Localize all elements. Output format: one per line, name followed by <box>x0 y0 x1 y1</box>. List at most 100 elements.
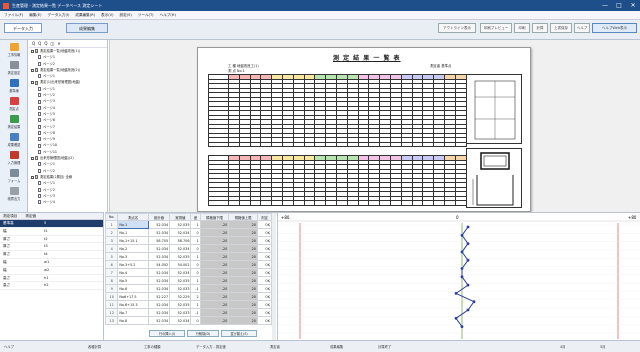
table-cell[interactable]: 52.034 <box>147 244 171 253</box>
table-cell[interactable]: 52.034 <box>169 316 192 325</box>
deviation-point[interactable] <box>460 267 464 270</box>
table-cell[interactable]: -20 <box>199 260 230 269</box>
print-preview-button[interactable]: 印刷プレビュー <box>480 23 512 33</box>
column-header[interactable]: 実測値 <box>169 213 192 221</box>
table-cell[interactable]: 1 <box>190 276 201 285</box>
insert-row-button[interactable]: 行の挿入(I) <box>149 330 185 337</box>
menu-input[interactable]: データ入力(I) <box>48 13 70 18</box>
table-cell[interactable]: -20 <box>199 292 230 301</box>
close-button[interactable]: ✕ <box>626 0 640 11</box>
table-cell[interactable]: -20 <box>199 252 230 261</box>
table-cell[interactable]: OK <box>256 236 273 245</box>
table-cell[interactable]: No.1 <box>117 228 149 237</box>
table-cell[interactable]: OK <box>256 252 273 261</box>
table-cell[interactable]: No.6+15.3 <box>117 300 149 309</box>
zoom-fit-icon[interactable]: Q <box>44 41 47 46</box>
table-cell[interactable]: 52.034 <box>147 268 171 277</box>
minimize-button[interactable]: — <box>598 0 612 11</box>
table-cell[interactable]: No.3 <box>117 252 149 261</box>
table-cell[interactable]: 52.034 <box>147 316 171 325</box>
deviation-point[interactable] <box>460 250 464 254</box>
column-header[interactable]: No. <box>105 213 119 221</box>
table-cell[interactable]: OK <box>256 308 273 317</box>
table-cell[interactable]: 54.002 <box>169 260 192 269</box>
zoom-in-icon[interactable]: Q <box>32 41 35 46</box>
list-item[interactable]: 幅 w1 <box>0 259 103 267</box>
help-web-button[interactable]: ヘルプWeb表示 <box>592 23 637 33</box>
table-cell[interactable]: -1 <box>190 308 201 317</box>
table-cell[interactable]: 52.033 <box>169 284 192 293</box>
table-cell[interactable]: 20 <box>228 244 258 253</box>
table-cell[interactable]: 52.034 <box>169 268 192 277</box>
tab-data-input[interactable]: データ入力 <box>4 23 42 33</box>
table-cell[interactable]: 20 <box>228 268 258 277</box>
menu-result[interactable]: 成果編集(R) <box>75 13 95 18</box>
outline-button[interactable]: アウトライン表示 <box>438 23 476 33</box>
expand-icon[interactable] <box>31 68 34 72</box>
table-row[interactable]: 13 No.8 52.034 52.034 0 -20 20 OK <box>105 316 273 325</box>
table-cell[interactable]: OK <box>256 300 273 309</box>
table-cell[interactable]: -20 <box>199 228 230 237</box>
expand-icon[interactable] <box>31 81 34 85</box>
list-item[interactable]: 厚さ t3 <box>0 243 103 252</box>
menu-file[interactable]: ファイル(F) <box>4 13 23 18</box>
table-cell[interactable]: 0 <box>190 260 201 269</box>
delete-row-button[interactable]: 行削除(D) <box>187 330 219 337</box>
table-cell[interactable]: 52.035 <box>169 276 192 285</box>
deviation-point[interactable] <box>454 316 458 320</box>
sort-rows-button[interactable]: 並び替え(S) <box>221 330 257 337</box>
table-cell[interactable]: 20 <box>228 276 258 285</box>
tab-result-edit[interactable]: 成果編集 <box>66 23 108 33</box>
menu-view[interactable]: 表示(V) <box>101 13 113 18</box>
table-cell[interactable]: 20 <box>228 252 258 261</box>
table-cell[interactable]: 1 <box>190 220 201 229</box>
table-cell[interactable]: 58.706 <box>169 236 192 245</box>
list-item[interactable]: 厚さ t4 <box>0 251 103 259</box>
expand-icon[interactable] <box>31 156 34 160</box>
table-cell[interactable]: 2 <box>190 292 201 301</box>
table-cell[interactable]: OK <box>256 244 273 253</box>
table-cell[interactable]: 0 <box>190 268 201 277</box>
list-item[interactable]: 高さ h1 <box>0 275 103 283</box>
column-header[interactable]: 測点名 <box>117 213 149 221</box>
table-cell[interactable]: No6+17.5 <box>117 292 149 301</box>
menu-settings[interactable]: 設定(S) <box>120 13 132 18</box>
sidebar-item-check[interactable]: 成果確認 <box>2 133 26 148</box>
table-row[interactable]: 5 No.3 52.034 52.035 1 -20 20 OK <box>105 252 273 261</box>
table-cell[interactable]: 52.033 <box>169 308 192 317</box>
table-cell[interactable]: No.5 <box>117 276 149 285</box>
table-cell[interactable]: 52.034 <box>147 308 171 317</box>
table-cell[interactable]: OK <box>256 276 273 285</box>
help-button[interactable]: ヘルプ <box>574 23 590 33</box>
menu-help[interactable]: ヘルプ(H) <box>160 13 176 18</box>
sidebar-item-manage[interactable]: 入力管理 <box>2 151 26 166</box>
data-table-scrollbar[interactable] <box>272 213 276 340</box>
table-cell[interactable]: OK <box>256 220 273 229</box>
deviation-point[interactable] <box>466 258 470 262</box>
table-cell[interactable]: -20 <box>199 316 230 325</box>
table-cell[interactable]: No.1 <box>117 220 149 229</box>
table-cell[interactable]: 0 <box>190 228 201 237</box>
table-cell[interactable]: 52.034 <box>147 300 171 309</box>
table-row[interactable]: 9 No.6 52.034 52.033 -1 -20 20 OK <box>105 284 273 293</box>
list-item[interactable]: 基準高 5 <box>0 220 103 228</box>
sidebar-item-baseline[interactable]: 基準線 <box>2 79 26 94</box>
sidebar-item-settings[interactable]: 測定設定 <box>2 61 26 76</box>
table-cell[interactable]: OK <box>256 292 273 301</box>
table-cell[interactable]: OK <box>256 316 273 325</box>
table-cell[interactable]: 20 <box>228 236 258 245</box>
save-button[interactable]: 上書保存 <box>550 23 572 33</box>
table-cell[interactable]: No.2 <box>117 244 149 253</box>
table-cell[interactable]: 0 <box>190 316 201 325</box>
table-cell[interactable]: No.7 <box>117 308 149 317</box>
close-tree-icon[interactable]: ✕ <box>57 41 60 46</box>
table-row[interactable]: 6 No.3+5.2 54.002 54.002 0 -20 20 OK <box>105 260 273 269</box>
table-cell[interactable]: No.8 <box>117 316 149 325</box>
table-row[interactable]: 3 No.1+15.1 58.705 58.706 1 -20 20 OK <box>105 236 273 245</box>
sidebar-item-form[interactable]: フォーム <box>2 169 26 184</box>
zoom-out-icon[interactable]: Q <box>38 41 41 46</box>
deviation-point[interactable] <box>466 283 470 287</box>
list-item[interactable]: 高さ h2 <box>0 282 103 291</box>
list-item[interactable]: 厚さ t2 <box>0 236 103 244</box>
table-cell[interactable]: -20 <box>199 308 230 317</box>
